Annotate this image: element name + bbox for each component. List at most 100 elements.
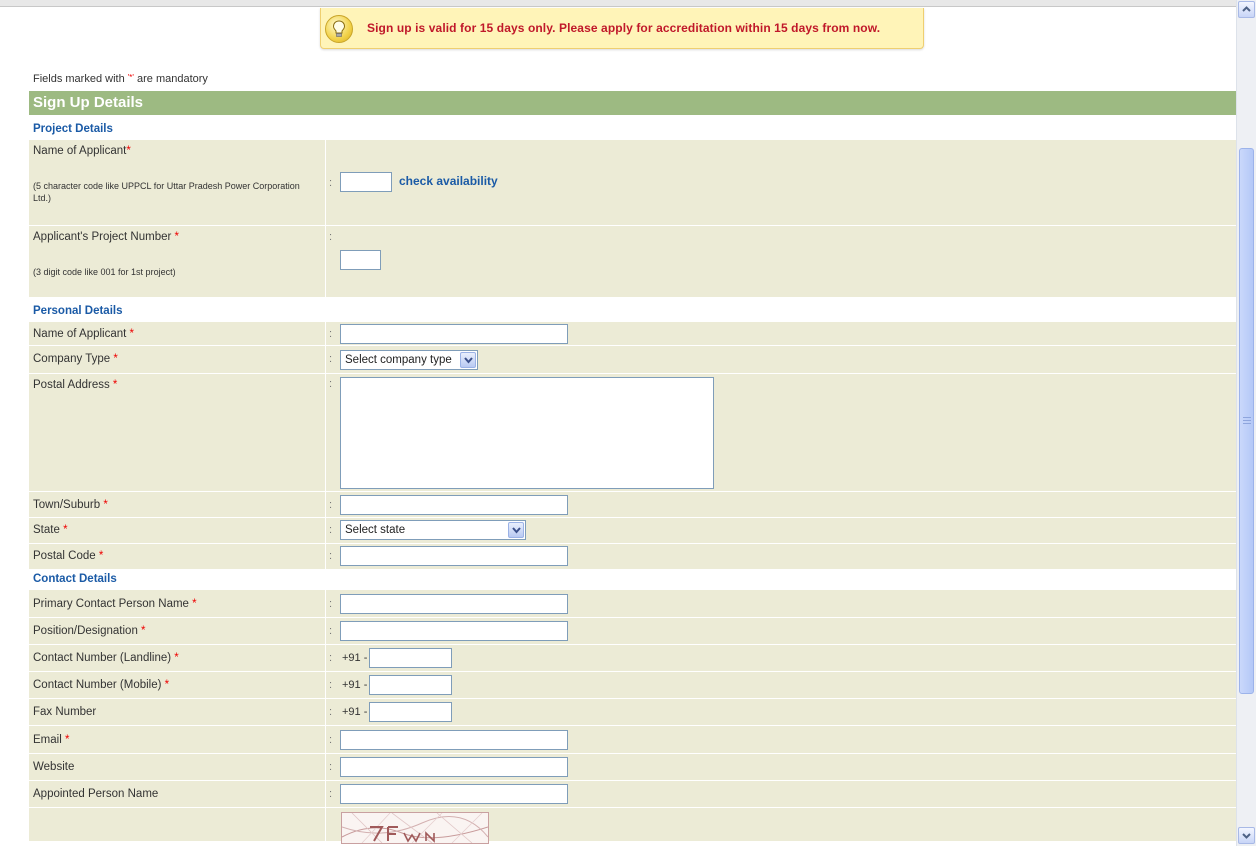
mobile-label: Contact Number (Mobile) * [33, 679, 170, 691]
postal-code-input[interactable] [340, 546, 568, 566]
row-mobile: Contact Number (Mobile) * : +91 - [29, 671, 1242, 698]
browser-top-edge [0, 0, 1236, 7]
form-title: Sign Up Details [29, 91, 1242, 115]
required-marker: * [174, 231, 180, 243]
appointed-person-input[interactable] [340, 784, 568, 804]
row-separator: : [325, 781, 339, 807]
applicant-code-input[interactable] [340, 172, 392, 192]
section-personal-details: Personal Details [29, 297, 1242, 321]
section-contact-details: Contact Details [29, 569, 1242, 589]
applicant-code-label: Name of Applicant* [33, 145, 131, 157]
scroll-up-button[interactable] [1238, 1, 1255, 18]
postal-address-label: Postal Address * [33, 379, 118, 391]
chevron-up-icon [1242, 6, 1251, 12]
email-label: Email * [33, 734, 70, 746]
applicant-name-label: Name of Applicant * [33, 328, 135, 340]
state-selected: Select state [345, 524, 406, 536]
row-applicant-code: Name of Applicant* (5 character code lik… [29, 139, 1242, 225]
mobile-prefix: +91 - [342, 679, 368, 691]
row-postal-address: Postal Address * : [29, 373, 1242, 491]
row-website: Website : [29, 753, 1242, 780]
website-label: Website [33, 761, 75, 773]
captcha-image [341, 812, 489, 844]
row-postal-code: Postal Code * : [29, 543, 1242, 569]
row-town: Town/Suburb * : [29, 491, 1242, 517]
email-input[interactable] [340, 730, 568, 750]
section-project-details: Project Details [29, 115, 1242, 139]
row-separator: : [325, 140, 339, 225]
mandatory-note-suffix: are mandatory [133, 73, 208, 85]
signup-form: Sign Up Details Project Details Name of … [29, 91, 1242, 844]
town-label: Town/Suburb * [33, 499, 108, 511]
chevron-down-icon[interactable] [508, 522, 524, 538]
vertical-scrollbar[interactable] [1236, 0, 1256, 846]
scroll-down-button[interactable] [1238, 827, 1255, 844]
row-appointed-person: Appointed Person Name : [29, 780, 1242, 807]
project-number-label: Applicant's Project Number * [33, 231, 180, 243]
state-select[interactable]: Select state [340, 520, 526, 540]
landline-input[interactable] [369, 648, 452, 668]
row-email: Email * : [29, 725, 1242, 753]
row-separator: : [325, 590, 339, 617]
applicant-code-label-cell: Name of Applicant* (5 character code lik… [29, 140, 325, 225]
scrollbar-thumb[interactable] [1239, 148, 1254, 694]
row-separator: : [325, 374, 339, 491]
row-separator: : [325, 726, 339, 753]
company-type-selected: Select company type [345, 354, 452, 366]
primary-contact-label: Primary Contact Person Name * [33, 598, 197, 610]
check-availability-link[interactable]: check availability [399, 174, 498, 188]
row-project-number: Applicant's Project Number * (3 digit co… [29, 225, 1242, 297]
row-separator: : [325, 645, 339, 671]
row-primary-contact: Primary Contact Person Name * : [29, 589, 1242, 617]
fax-input[interactable] [369, 702, 452, 722]
applicant-code-field: check availability [339, 140, 1242, 225]
required-marker: * [126, 145, 131, 157]
state-label: State * [33, 524, 68, 536]
applicant-name-input[interactable] [340, 324, 568, 344]
position-label: Position/Designation * [33, 625, 146, 637]
row-separator: : [325, 518, 339, 543]
validity-notice: Sign up is valid for 15 days only. Pleas… [320, 8, 924, 49]
row-state: State * : Select state [29, 517, 1242, 543]
row-separator: : [325, 618, 339, 644]
lightbulb-icon [325, 15, 353, 43]
town-input[interactable] [340, 495, 568, 515]
company-type-select[interactable]: Select company type [340, 350, 478, 370]
mandatory-note-prefix: Fields marked with [33, 73, 128, 85]
project-number-label-cell: Applicant's Project Number * (3 digit co… [29, 226, 325, 297]
row-separator: : [325, 322, 339, 345]
row-separator: : [325, 346, 339, 373]
row-position: Position/Designation * : [29, 617, 1242, 644]
row-separator: : [325, 492, 339, 517]
position-input[interactable] [340, 621, 568, 641]
company-type-label: Company Type * [33, 353, 118, 365]
applicant-code-hint: (5 character code like UPPCL for Uttar P… [33, 181, 300, 203]
mandatory-note: Fields marked with '*' are mandatory [33, 73, 208, 85]
project-number-input[interactable] [340, 250, 381, 270]
row-company-type: Company Type * : Select company type [29, 345, 1242, 373]
postal-address-textarea[interactable] [340, 377, 714, 489]
primary-contact-input[interactable] [340, 594, 568, 614]
row-separator: : [325, 226, 339, 297]
fax-label: Fax Number [33, 706, 97, 718]
row-separator: : [325, 754, 339, 780]
landline-prefix: +91 - [342, 652, 368, 664]
row-separator: : [325, 672, 339, 698]
row-separator: : [325, 699, 339, 725]
row-fax: Fax Number : +91 - [29, 698, 1242, 725]
row-captcha [29, 807, 1242, 844]
notice-text: Sign up is valid for 15 days only. Pleas… [367, 21, 881, 35]
mobile-input[interactable] [369, 675, 452, 695]
chevron-down-icon[interactable] [460, 352, 476, 368]
appointed-person-label: Appointed Person Name [33, 788, 159, 800]
row-separator: : [325, 544, 339, 569]
project-number-field [339, 226, 1242, 297]
chevron-down-icon [1242, 833, 1251, 839]
fax-prefix: +91 - [342, 706, 368, 718]
website-input[interactable] [340, 757, 568, 777]
postal-code-label: Postal Code * [33, 550, 104, 562]
row-landline: Contact Number (Landline) * : +91 - [29, 644, 1242, 671]
landline-label: Contact Number (Landline) * [33, 652, 179, 664]
project-number-hint: (3 digit code like 001 for 1st project) [33, 267, 176, 277]
row-applicant-name: Name of Applicant * : [29, 321, 1242, 345]
